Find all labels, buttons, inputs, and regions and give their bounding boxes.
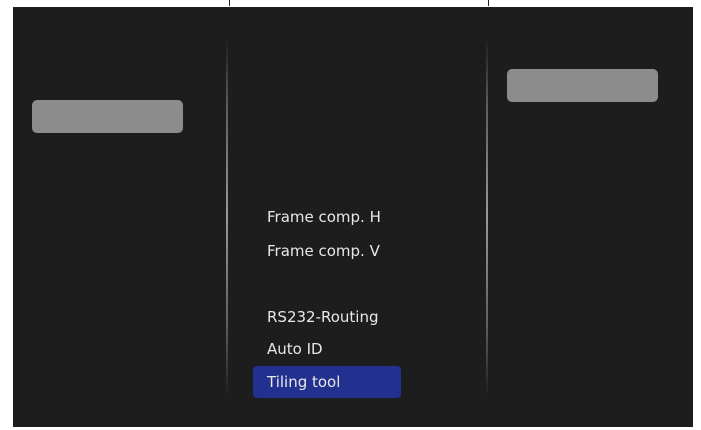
menu-item-frame-comp-h[interactable]: Frame comp. H <box>253 201 401 233</box>
menu-item-tiling-tool[interactable]: Tiling tool <box>253 366 401 398</box>
menu-item-frame-comp-v[interactable]: Frame comp. V <box>253 235 401 267</box>
left-panel-placeholder <box>32 100 183 133</box>
osd-screen: Frame comp. H Frame comp. V RS232-Routin… <box>13 7 693 427</box>
top-tick-left <box>229 0 230 6</box>
right-column-divider <box>486 37 488 397</box>
top-tick-right <box>488 0 489 6</box>
right-panel-placeholder <box>507 69 658 102</box>
left-column-divider <box>226 37 228 397</box>
menu-item-auto-id[interactable]: Auto ID <box>253 333 401 365</box>
menu-item-rs232-routing[interactable]: RS232-Routing <box>253 301 401 333</box>
